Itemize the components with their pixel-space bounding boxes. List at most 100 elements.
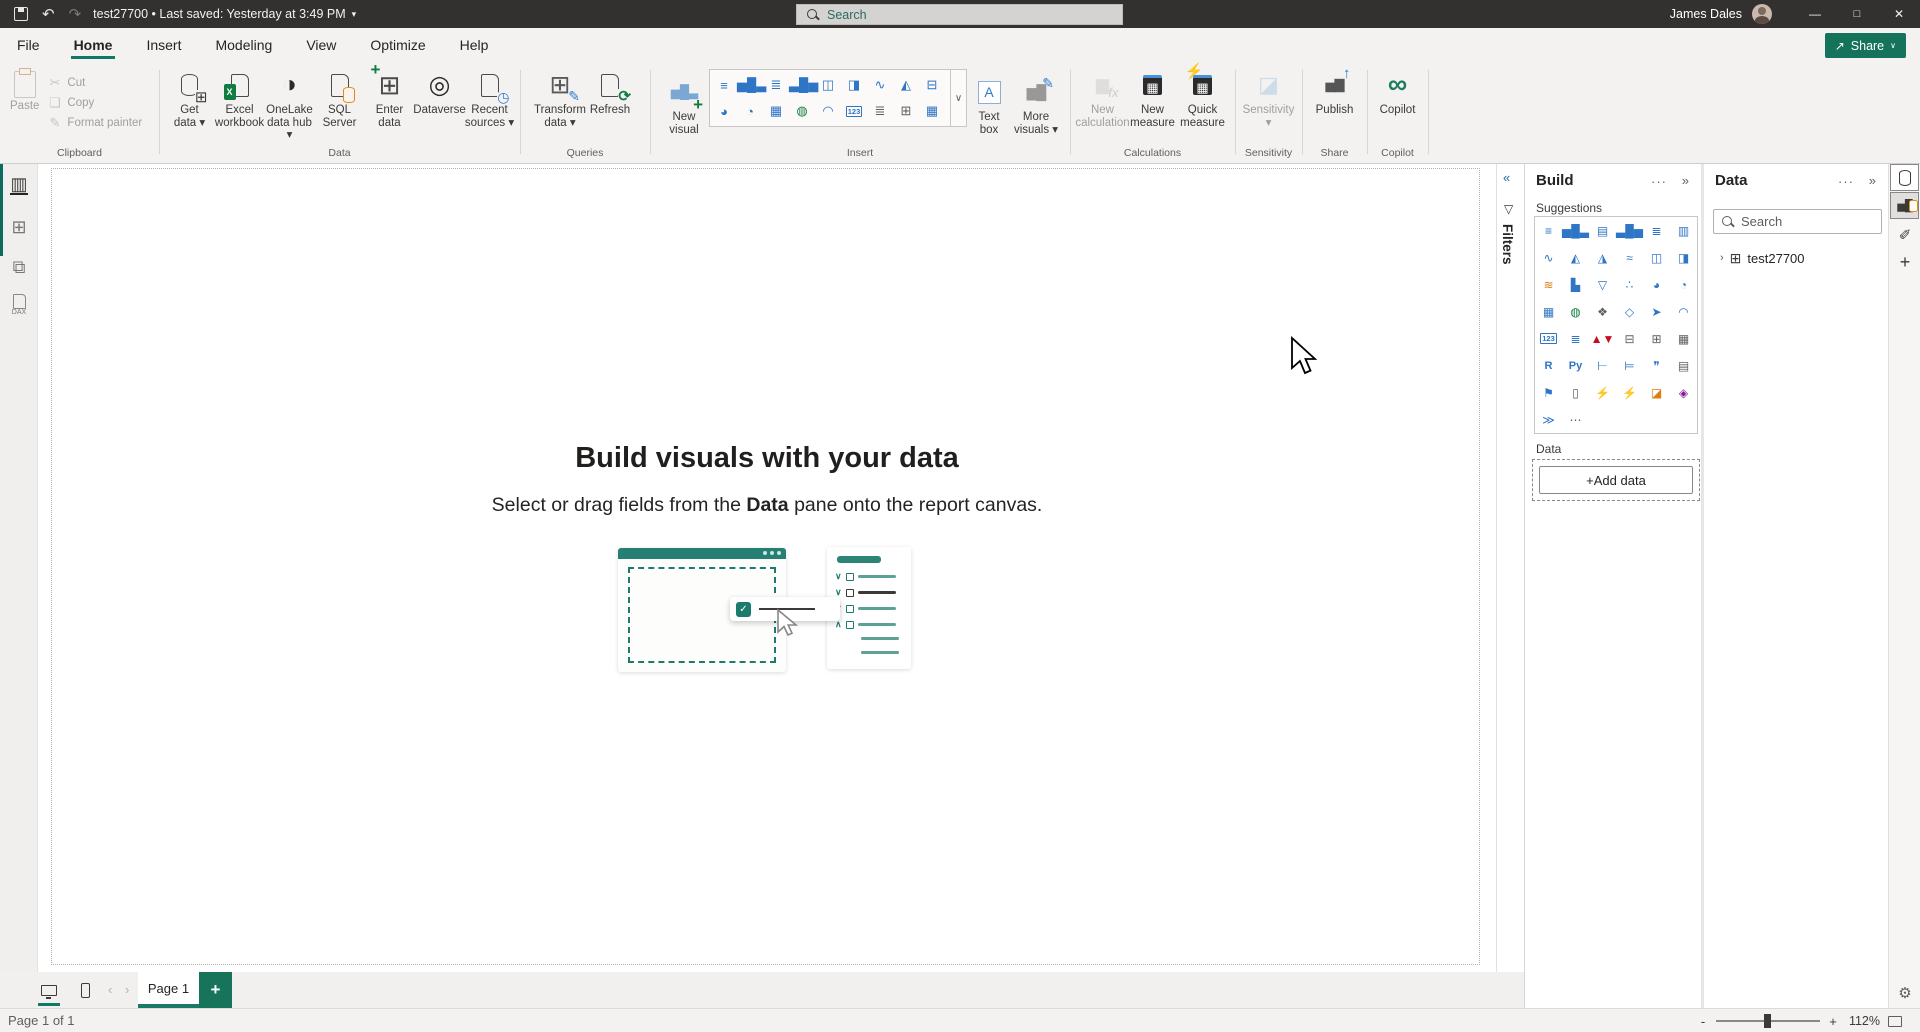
visual-area-chart[interactable]: ◭: [893, 72, 919, 98]
data-more-options-icon[interactable]: ···: [1838, 174, 1854, 189]
visual-pie-chart[interactable]: ◕: [711, 98, 737, 124]
desktop-layout-button[interactable]: [38, 980, 60, 1000]
refresh-button[interactable]: Refresh: [585, 62, 635, 129]
format-pane-toggle[interactable]: ✐: [1889, 226, 1920, 244]
suggestion-donut-chart[interactable]: ◔: [1670, 271, 1697, 298]
visual-matrix[interactable]: ▦: [919, 98, 945, 124]
suggestion-quick-filter[interactable]: ⚡: [1616, 379, 1643, 406]
add-pane-icon[interactable]: +: [1889, 252, 1920, 273]
table-view-button[interactable]: ⊞: [7, 214, 31, 240]
suggestion-100-stacked-column-chart[interactable]: ▥: [1670, 217, 1697, 244]
suggestion-arcgis-map[interactable]: ◪: [1643, 379, 1670, 406]
suggestion-custom-visual[interactable]: ◈: [1670, 379, 1697, 406]
settings-gear-icon[interactable]: ⚙: [1889, 984, 1920, 1002]
minimize-button[interactable]: —: [1794, 0, 1836, 28]
menu-tab[interactable]: Help: [443, 28, 506, 62]
gallery-expander[interactable]: ∨: [951, 69, 967, 127]
sql-server-button[interactable]: SQLServer: [315, 62, 365, 142]
dataverse-button[interactable]: Dataverse: [415, 62, 465, 142]
suggestion-filled-map[interactable]: ❖: [1589, 298, 1616, 325]
report-view-button[interactable]: ▥: [7, 172, 31, 198]
report-canvas[interactable]: Build visuals with your data Select or d…: [38, 164, 1496, 972]
visual-report-filter[interactable]: ⊟: [919, 72, 945, 98]
title-dropdown-caret[interactable]: ▾: [352, 9, 357, 20]
suggestion-slicer[interactable]: ⊟: [1616, 325, 1643, 352]
data-collapse-icon[interactable]: »: [1869, 173, 1876, 188]
suggestion-matrix[interactable]: ▦: [1670, 325, 1697, 352]
document-title[interactable]: test27700 • Last saved: Yesterday at 3:4…: [93, 7, 345, 21]
build-more-options-icon[interactable]: ···: [1651, 174, 1667, 189]
undo-icon[interactable]: ↶: [42, 7, 55, 22]
suggestion-funnel-chart[interactable]: ▽: [1589, 271, 1616, 298]
global-search-box[interactable]: [796, 4, 1123, 25]
model-view-button[interactable]: ⧉: [7, 254, 31, 280]
suggestion-key-influencers[interactable]: ⊨: [1616, 352, 1643, 379]
data-pane-toggle[interactable]: [1890, 164, 1919, 191]
visual-stacked-bar-chart[interactable]: ≡: [711, 72, 737, 98]
visual-combo-stacked-chart[interactable]: ◨: [841, 72, 867, 98]
expand-chevron-icon[interactable]: ›: [1720, 252, 1724, 264]
suggestion-area-chart[interactable]: ◭: [1562, 244, 1589, 271]
suggestion-100-stacked-bar-chart[interactable]: ▤: [1589, 217, 1616, 244]
excel-workbook-button[interactable]: Excelworkbook: [215, 62, 265, 142]
suggestion-more-visuals[interactable]: ⋯: [1562, 406, 1589, 433]
global-search-input[interactable]: [827, 8, 1087, 22]
suggestion-map[interactable]: ◍: [1562, 298, 1589, 325]
suggestion-scatter-chart[interactable]: ∴: [1616, 271, 1643, 298]
suggestion-stacked-area-chart[interactable]: ◮: [1589, 244, 1616, 271]
suggestion-kpi[interactable]: ▲▼: [1589, 325, 1616, 352]
suggestion-python-visual[interactable]: Py: [1562, 352, 1589, 379]
suggestion-combo-chart[interactable]: ◫: [1643, 244, 1670, 271]
zoom-slider-thumb[interactable]: [1764, 1014, 1771, 1028]
suggestion-bar-chart[interactable]: ≣: [1643, 217, 1670, 244]
visual-line-chart[interactable]: ∿: [867, 72, 893, 98]
suggestion-multi-row-card[interactable]: ≣: [1562, 325, 1589, 352]
onelake-data-hub-button[interactable]: OneLakedata hub ▾: [265, 62, 315, 142]
visual-clustered-column-chart[interactable]: ▅█▃: [737, 72, 763, 98]
suggestion-table[interactable]: ⊞: [1643, 325, 1670, 352]
visual-card[interactable]: 123: [841, 98, 867, 124]
visual-column-chart[interactable]: ▃█▅: [789, 72, 815, 98]
menu-tab[interactable]: Modeling: [198, 28, 289, 62]
mobile-layout-button[interactable]: [74, 980, 96, 1000]
suggestion-combo-stacked-chart[interactable]: ◨: [1670, 244, 1697, 271]
zoom-percentage[interactable]: 112%: [1846, 1014, 1880, 1028]
user-name[interactable]: James Dales: [1670, 7, 1742, 21]
new-measure-button[interactable]: Newmeasure: [1128, 62, 1178, 129]
zoom-out-button[interactable]: -: [1698, 1014, 1708, 1029]
suggestion-gauge[interactable]: ◠: [1670, 298, 1697, 325]
menu-tab[interactable]: Insert: [129, 28, 198, 62]
fit-to-page-icon[interactable]: [1888, 1016, 1902, 1027]
visual-gauge[interactable]: ◠: [815, 98, 841, 124]
suggestion-stacked-bar-chart[interactable]: ≡: [1535, 217, 1562, 244]
visual-table[interactable]: ⊞: [893, 98, 919, 124]
quick-measure-button[interactable]: Quickmeasure: [1178, 62, 1228, 129]
share-button[interactable]: ↗ Share ∨: [1825, 33, 1906, 58]
copilot-button[interactable]: Copilot: [1373, 62, 1423, 117]
visual-multi-row-card[interactable]: ≣: [867, 98, 893, 124]
user-avatar[interactable]: [1752, 4, 1772, 24]
new-visual-button[interactable]: Newvisual: [659, 69, 709, 136]
suggestion-paginated-report[interactable]: ▯: [1562, 379, 1589, 406]
suggestion-power-automate[interactable]: ≫: [1535, 406, 1562, 433]
data-search-input[interactable]: [1741, 214, 1866, 229]
suggestion-treemap[interactable]: ▦: [1535, 298, 1562, 325]
data-table-row[interactable]: › ⊞ test27700: [1704, 246, 1891, 270]
menu-tab[interactable]: File: [0, 28, 57, 62]
dax-query-view-button[interactable]: DAX: [7, 294, 31, 320]
suggestion-ribbon-chart[interactable]: ≋: [1535, 271, 1562, 298]
menu-tab[interactable]: Optimize: [353, 28, 442, 62]
page-tab[interactable]: Page 1: [138, 972, 199, 1008]
add-data-button[interactable]: +Add data: [1539, 466, 1693, 494]
maximize-button[interactable]: □: [1836, 0, 1878, 28]
table-name[interactable]: test27700: [1747, 251, 1804, 266]
build-collapse-icon[interactable]: »: [1682, 173, 1689, 188]
close-button[interactable]: ✕: [1878, 0, 1920, 28]
suggestion-metrics[interactable]: ⚑: [1535, 379, 1562, 406]
enter-data-button[interactable]: Enterdata: [365, 62, 415, 142]
recent-sources-button[interactable]: Recentsources ▾: [465, 62, 515, 142]
zoom-slider[interactable]: [1716, 1020, 1820, 1022]
publish-button[interactable]: Publish: [1310, 62, 1360, 117]
suggestion-line-area-chart[interactable]: ≈: [1616, 244, 1643, 271]
suggestion-r-script-visual[interactable]: R: [1535, 352, 1562, 379]
